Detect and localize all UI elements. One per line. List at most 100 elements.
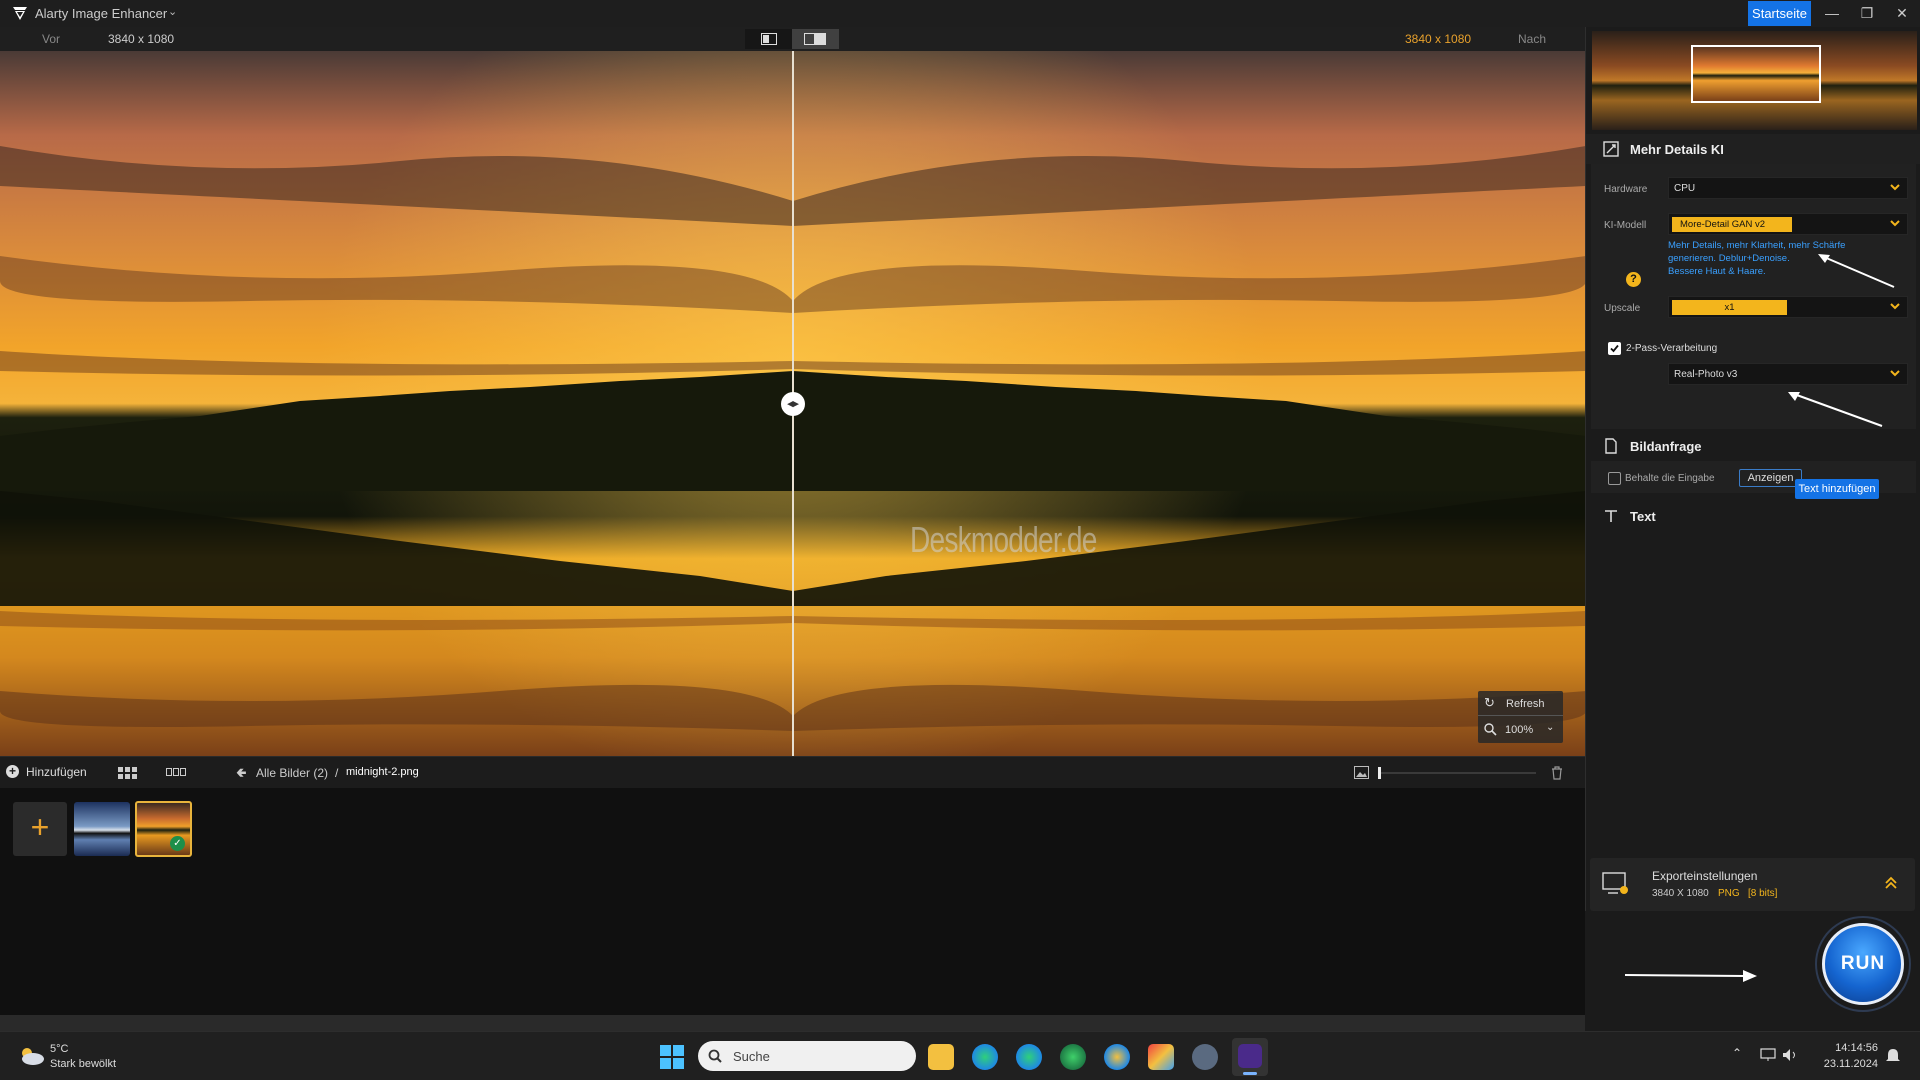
clock-date[interactable]: 23.11.2024 <box>1815 1058 1878 1070</box>
breadcrumb-file: midnight-2.png <box>346 766 419 778</box>
before-image <box>0 51 793 756</box>
app-logo-icon <box>13 7 27 20</box>
clock-time[interactable]: 14:14:56 <box>1830 1042 1878 1054</box>
model-value: More-Detail GAN v2 <box>1672 217 1792 232</box>
twopass-checkbox[interactable] <box>1608 342 1621 355</box>
add-label: Hinzufügen <box>26 765 87 779</box>
grid-view-icon[interactable] <box>118 767 138 779</box>
annotation-arrow-icon <box>1818 254 1895 288</box>
refresh-button[interactable]: ↻ Refresh <box>1478 691 1563 716</box>
breadcrumb-separator: / <box>335 766 339 780</box>
chevron-double-up-icon[interactable] <box>1884 876 1898 890</box>
model-label: KI-Modell <box>1604 220 1647 231</box>
chevron-down-icon <box>1890 303 1900 310</box>
slider-handle[interactable] <box>1378 767 1381 779</box>
show-button[interactable]: Anzeigen <box>1739 469 1802 487</box>
split-view-button[interactable] <box>792 29 839 49</box>
chevron-down-icon[interactable]: ⌄ <box>168 5 177 18</box>
single-view-button[interactable] <box>745 29 792 49</box>
single-view-icon <box>761 33 777 45</box>
search-icon <box>708 1049 722 1063</box>
zoom-panel: ↻ Refresh 100% ⌄ <box>1478 691 1563 743</box>
before-image-render <box>0 51 793 756</box>
alarty-app-icon <box>1238 1044 1262 1068</box>
microsoft-store-icon[interactable] <box>1148 1044 1174 1070</box>
chevron-down-icon <box>1890 184 1900 191</box>
active-app-highlight[interactable] <box>1232 1038 1268 1076</box>
section-title-text: Text <box>1630 509 1656 524</box>
add-text-button[interactable]: Text hinzufügen <box>1795 479 1879 499</box>
section-header-request: Bildanfrage <box>1586 431 1920 461</box>
trash-icon[interactable] <box>1551 766 1563 780</box>
volume-icon[interactable] <box>1782 1048 1798 1062</box>
chevron-up-icon[interactable]: ⌃ <box>1732 1046 1742 1060</box>
export-settings-icon <box>1602 872 1628 894</box>
twopass-model-value: Real-Photo v3 <box>1674 369 1738 380</box>
upscale-label: Upscale <box>1604 303 1641 314</box>
cloud-weather-icon[interactable] <box>17 1045 45 1067</box>
hardware-dropdown[interactable]: CPU <box>1668 177 1908 199</box>
settings-gear-icon[interactable] <box>1192 1044 1218 1070</box>
navigator-viewport-frame[interactable] <box>1691 45 1821 103</box>
navigator-thumbnail[interactable] <box>1592 31 1917 130</box>
edge-dev-icon[interactable] <box>1060 1044 1086 1070</box>
edge-beta-icon[interactable] <box>1016 1044 1042 1070</box>
add-images-button[interactable]: + Hinzufügen <box>6 765 94 783</box>
text-tool-icon <box>1605 510 1617 522</box>
search-placeholder: Suche <box>733 1049 770 1064</box>
watermark: Deskmodder.de <box>910 519 1097 560</box>
before-resolution: 3840 x 1080 <box>108 32 175 46</box>
annotation-arrow-icon <box>1788 392 1883 427</box>
file-explorer-icon[interactable] <box>928 1044 954 1070</box>
breadcrumb-root[interactable]: Alle Bilder (2) <box>256 766 328 780</box>
active-indicator <box>1243 1072 1257 1075</box>
section-title-details: Mehr Details KI <box>1630 142 1724 157</box>
gallery-toolbar: + Hinzufügen 🢀 Alle Bilder (2) / midnigh… <box>0 756 1585 788</box>
upscale-dropdown[interactable]: x1 <box>1668 296 1908 318</box>
home-button[interactable]: Startseite <box>1748 1 1811 26</box>
weather-description[interactable]: Stark bewölkt <box>50 1058 116 1070</box>
annotation-arrow-icon <box>1624 970 1757 982</box>
weather-temperature[interactable]: 5°C <box>50 1043 68 1055</box>
status-strip <box>0 1015 1585 1031</box>
view-mode-toggle <box>745 29 839 49</box>
refresh-icon: ↻ <box>1484 695 1495 710</box>
run-button[interactable]: RUN <box>1822 923 1904 1005</box>
chevron-down-icon: ⌄ <box>1546 722 1555 733</box>
export-settings-panel[interactable]: Exporteinstellungen 3840 X 1080 PNG [8 b… <box>1590 858 1915 911</box>
network-icon[interactable] <box>1760 1048 1776 1062</box>
model-dropdown[interactable]: More-Detail GAN v2 <box>1668 213 1908 235</box>
section-header-details: Mehr Details KI <box>1586 134 1920 164</box>
thumbnail-image-2[interactable]: ✓ <box>135 801 192 857</box>
add-image-tile[interactable]: + <box>13 802 67 856</box>
taskbar-search[interactable]: Suche <box>698 1041 916 1071</box>
close-icon[interactable]: ✕ <box>1886 2 1918 24</box>
twopass-model-dropdown[interactable]: Real-Photo v3 <box>1668 363 1908 385</box>
plus-circle-icon: + <box>6 765 19 778</box>
keep-input-checkbox[interactable] <box>1608 472 1621 485</box>
back-arrow-icon[interactable]: 🢀 <box>236 764 247 786</box>
notification-bell-icon[interactable] <box>1886 1048 1900 1064</box>
refresh-label: Refresh <box>1506 698 1545 710</box>
hardware-label: Hardware <box>1604 184 1648 195</box>
hardware-value: CPU <box>1674 183 1696 194</box>
image-preview[interactable]: ◂▸ Deskmodder.de ↻ Refresh 100% ⌄ <box>0 51 1585 756</box>
restore-icon[interactable]: ❐ <box>1851 2 1883 24</box>
before-label: Vor <box>42 32 61 46</box>
thumbnail-size-slider[interactable] <box>1378 767 1536 779</box>
enhance-icon <box>1603 141 1619 157</box>
zoom-value: 100% <box>1505 724 1534 736</box>
split-handle[interactable]: ◂▸ <box>781 392 805 416</box>
document-icon <box>1605 438 1617 454</box>
strip-view-icon[interactable] <box>166 768 186 777</box>
split-view-icon <box>804 33 826 45</box>
minimize-icon[interactable]: — <box>1816 2 1848 24</box>
thumbnail-image-1[interactable] <box>74 802 130 856</box>
zoom-select[interactable]: 100% ⌄ <box>1478 717 1563 743</box>
help-icon[interactable]: ? <box>1626 272 1641 287</box>
export-format: PNG <box>1718 888 1740 899</box>
section-header-text: Text <box>1586 501 1920 531</box>
edge-canary-icon[interactable] <box>1104 1044 1130 1070</box>
windows-start-icon[interactable] <box>660 1045 684 1069</box>
edge-browser-icon[interactable] <box>972 1044 998 1070</box>
